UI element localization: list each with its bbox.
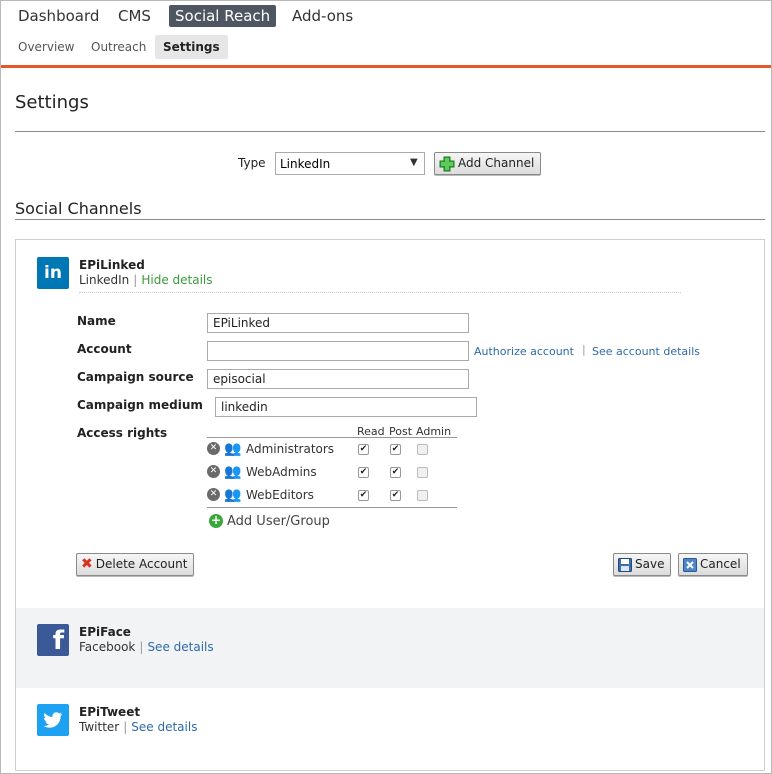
network-label: Twitter — [79, 720, 120, 734]
authorize-account-link[interactable]: Authorize account — [474, 345, 574, 358]
plus-icon — [439, 156, 455, 171]
nav-social-reach[interactable]: Social Reach — [169, 5, 277, 27]
tab-overview[interactable]: Overview — [12, 35, 81, 59]
nav-dashboard[interactable]: Dashboard — [12, 5, 105, 27]
save-button[interactable]: Save — [613, 553, 672, 576]
name-field[interactable] — [207, 313, 469, 333]
channel-network: LinkedIn | Hide details — [79, 273, 213, 287]
twitter-icon — [37, 704, 69, 736]
link-separator: | — [582, 343, 586, 356]
network-label: LinkedIn — [79, 273, 130, 287]
add-circle-icon: + — [209, 513, 223, 528]
remove-icon[interactable]: ✕ — [207, 442, 220, 455]
see-account-details-link[interactable]: See account details — [592, 345, 700, 358]
admin-checkbox[interactable] — [417, 467, 428, 478]
nav-add-ons[interactable]: Add-ons — [286, 5, 359, 27]
type-select[interactable]: LinkedIn — [275, 152, 425, 175]
section-divider — [15, 219, 765, 220]
rights-header-line — [207, 437, 457, 438]
top-navigation: Dashboard CMS Social Reach Add-ons Overv… — [1, 1, 771, 65]
admin-checkbox[interactable] — [417, 444, 428, 455]
remove-icon[interactable]: ✕ — [207, 488, 220, 501]
tab-settings[interactable]: Settings — [155, 35, 228, 59]
see-details-link[interactable]: See details — [147, 640, 213, 654]
cancel-button[interactable]: Cancel — [678, 553, 748, 576]
channel-name: EPiFace — [79, 625, 131, 639]
post-checkbox[interactable]: ✔ — [390, 444, 401, 455]
read-checkbox[interactable]: ✔ — [358, 467, 369, 478]
group-name: WebEditors — [246, 488, 314, 502]
add-channel-button[interactable]: Add Channel — [434, 152, 542, 175]
nav-cms[interactable]: CMS — [112, 5, 157, 27]
user-group-icon: 👥 — [224, 487, 242, 503]
delete-x-icon: ✖ — [81, 556, 93, 572]
read-checkbox[interactable]: ✔ — [358, 444, 369, 455]
add-user-group-link[interactable]: Add User/Group — [227, 514, 330, 529]
facebook-icon: f — [37, 624, 69, 656]
admin-checkbox[interactable] — [417, 490, 428, 501]
hide-details-link[interactable]: Hide details — [141, 273, 212, 287]
accent-bar — [1, 65, 771, 68]
cancel-label: Cancel — [700, 557, 741, 571]
channel-name: EPiTweet — [79, 705, 141, 719]
name-label: Name — [77, 314, 116, 328]
remove-icon[interactable]: ✕ — [207, 465, 220, 478]
linkedin-icon: in — [37, 257, 69, 289]
save-label: Save — [635, 557, 665, 571]
user-group-icon: 👥 — [224, 464, 242, 480]
post-checkbox[interactable]: ✔ — [390, 490, 401, 501]
page-title: Settings — [15, 92, 89, 113]
post-checkbox[interactable]: ✔ — [390, 467, 401, 478]
campaign-source-label: Campaign source — [77, 370, 194, 384]
see-details-link[interactable]: See details — [131, 720, 197, 734]
cancel-icon — [683, 557, 697, 572]
section-title: Social Channels — [15, 199, 142, 218]
group-name: Administrators — [246, 442, 335, 456]
user-group-icon: 👥 — [224, 441, 242, 457]
title-divider — [15, 131, 765, 132]
type-label: Type — [238, 156, 266, 170]
delete-account-label: Delete Account — [95, 557, 188, 571]
app-frame: Dashboard CMS Social Reach Add-ons Overv… — [0, 0, 772, 774]
delete-account-button[interactable]: ✖ Delete Account — [76, 553, 195, 576]
campaign-source-field[interactable] — [207, 369, 469, 389]
access-rights-label: Access rights — [77, 426, 168, 440]
bird-icon — [43, 712, 62, 728]
account-label: Account — [77, 342, 132, 356]
rights-footer-line — [207, 507, 457, 508]
group-name: WebAdmins — [246, 465, 317, 479]
add-channel-label: Add Channel — [458, 156, 535, 170]
campaign-medium-label: Campaign medium — [77, 398, 203, 412]
campaign-medium-field[interactable] — [215, 397, 477, 417]
details-divider — [79, 292, 681, 293]
tab-outreach[interactable]: Outreach — [85, 35, 152, 59]
channel-network: Facebook | See details — [79, 640, 214, 654]
read-checkbox[interactable]: ✔ — [358, 490, 369, 501]
channel-network: Twitter | See details — [79, 720, 198, 734]
account-field[interactable] — [207, 341, 469, 361]
floppy-icon — [618, 557, 632, 572]
network-label: Facebook — [79, 640, 136, 654]
channel-name: EPiLinked — [79, 258, 145, 272]
